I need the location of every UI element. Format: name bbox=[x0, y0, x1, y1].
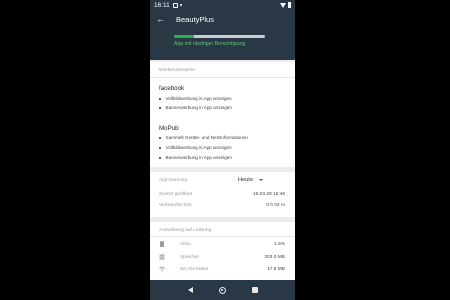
status-bar: 16:11 bbox=[150, 0, 295, 10]
time-spent-label: Verbrachte Zeit bbox=[159, 203, 192, 208]
divider bbox=[150, 236, 295, 237]
network-bullet: Sammelt Geräte- und Netzinformationen bbox=[159, 135, 248, 140]
app-usage-card: App-Nutzung Heute Zuletzt geöffnet 16.03… bbox=[150, 172, 295, 217]
battery-status-icon bbox=[288, 2, 291, 8]
chevron-down-icon bbox=[258, 179, 263, 181]
network-name-facebook: facebook bbox=[159, 85, 185, 92]
wifi-icon bbox=[159, 266, 165, 272]
network-bullet: Vollbildwerbung in App anzeigen bbox=[159, 96, 232, 101]
system-nav-bar bbox=[150, 280, 295, 300]
risk-progress-bar bbox=[174, 35, 265, 38]
divider bbox=[150, 77, 295, 78]
time-spent-value: 0 h 02 m bbox=[266, 203, 285, 208]
impact-label-wifi: WLAN-Daten bbox=[180, 267, 209, 272]
page-title: BeautyPlus bbox=[176, 15, 214, 24]
usage-period-value: Heute bbox=[238, 177, 253, 183]
network-bullet: Vollbildwerbung in App anzeigen bbox=[159, 145, 232, 150]
permission-status: App mit niedriger Berechtigung bbox=[174, 41, 246, 47]
nav-home-icon[interactable] bbox=[218, 286, 226, 294]
ad-networks-card: Werbenetzwerke facebook Vollbildwerbung … bbox=[150, 62, 295, 167]
performance-impact-title: Auswirkung auf Leistung bbox=[159, 228, 212, 233]
phone-screen: 16:11 ← BeautyPlus App mit niedriger Ber… bbox=[150, 0, 295, 300]
nav-recent-apps-icon[interactable] bbox=[251, 287, 258, 293]
notification-icon bbox=[172, 2, 178, 8]
impact-value-battery: 1.5% bbox=[274, 242, 285, 247]
app-header: ← BeautyPlus App mit niedriger Berechtig… bbox=[150, 10, 295, 60]
network-bullet: Bannerwerbung in App anzeigen bbox=[159, 105, 232, 110]
usage-period-select[interactable]: Heute bbox=[238, 177, 263, 183]
risk-progress-fill bbox=[174, 35, 195, 38]
last-opened-value: 16.03.20 15:46 bbox=[252, 192, 285, 197]
network-name-mopub: MoPub bbox=[159, 125, 179, 132]
notification-dot-icon bbox=[179, 4, 182, 6]
impact-value-storage: 203.0 MB bbox=[264, 255, 285, 260]
wifi-signal-icon bbox=[280, 2, 286, 8]
battery-icon bbox=[160, 241, 164, 247]
last-opened-label: Zuletzt geöffnet bbox=[159, 192, 192, 197]
ad-networks-title: Werbenetzwerke bbox=[159, 68, 195, 73]
impact-value-wifi: 17.9 MB bbox=[267, 267, 285, 272]
nav-back-icon[interactable] bbox=[187, 287, 193, 293]
app-usage-label: App-Nutzung bbox=[159, 178, 187, 183]
back-arrow-icon[interactable]: ← bbox=[156, 15, 165, 24]
impact-label-storage: Speicher bbox=[180, 255, 199, 260]
status-time: 16:11 bbox=[154, 1, 170, 9]
impact-label-battery: Akku bbox=[180, 242, 191, 247]
network-bullet: Bannerwerbung in App anzeigen bbox=[159, 155, 232, 160]
storage-icon bbox=[159, 254, 165, 260]
performance-impact-card: Auswirkung auf Leistung Akku 1.5% Speich… bbox=[150, 222, 295, 280]
